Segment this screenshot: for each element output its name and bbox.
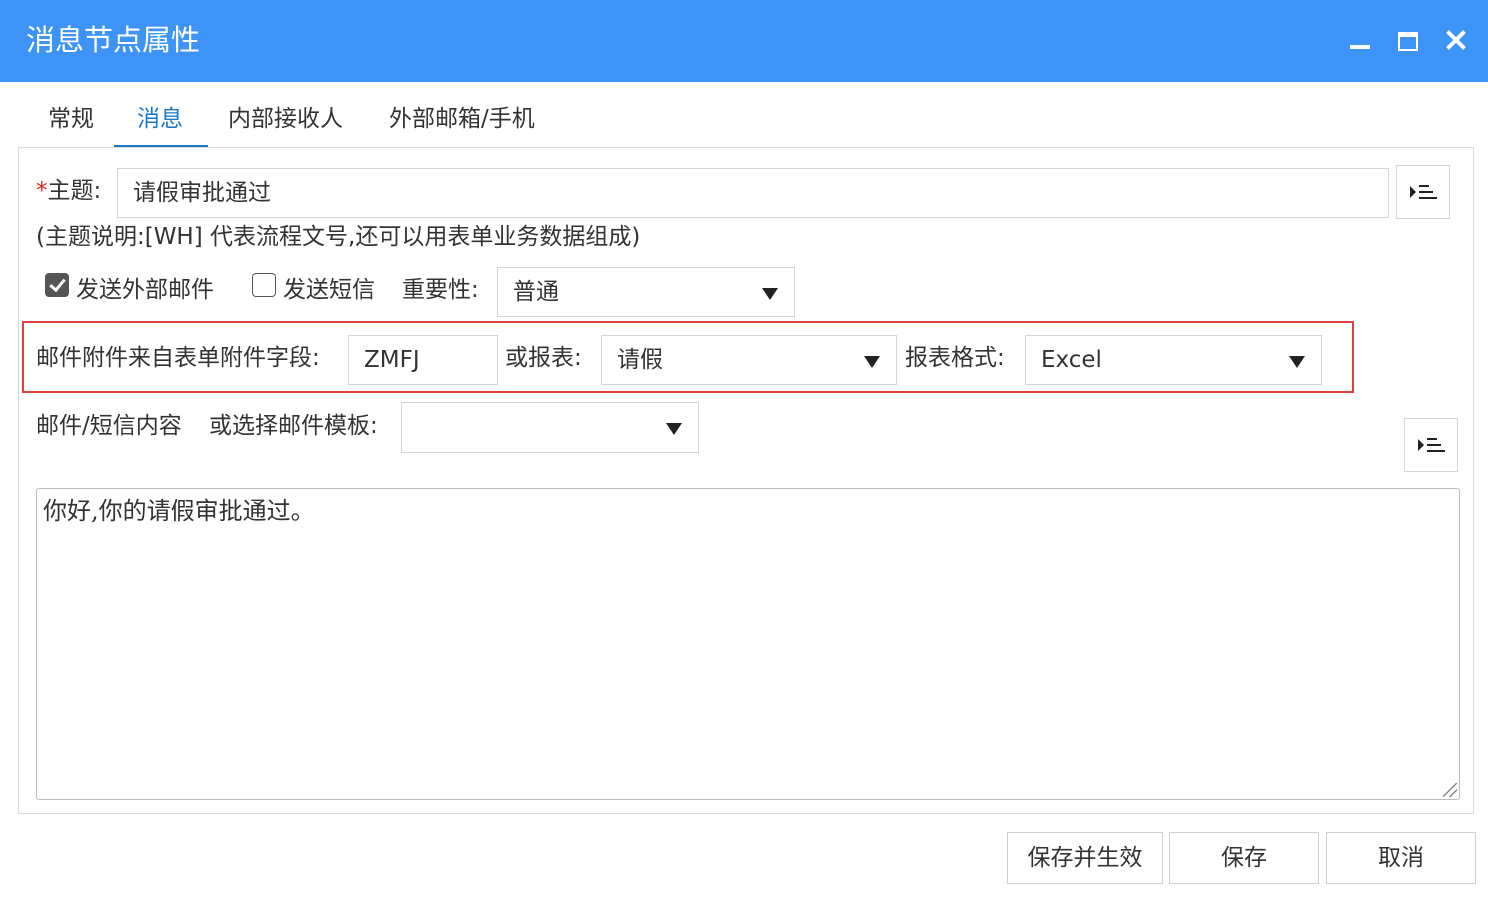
window-title: 消息节点属性 [26,23,201,57]
subject-hint: (主题说明:[WH] 代表流程文号,还可以用表单业务数据组成) [36,224,641,250]
minimize-icon[interactable] [1342,22,1378,58]
tab-general[interactable]: 常规 [48,102,94,136]
subject-insert-field-button[interactable] [1396,165,1450,219]
tab-internal-recipients[interactable]: 内部接收人 [228,102,343,136]
subject-input[interactable]: 请假审批通过 [117,168,1389,218]
report-label: 或报表: [505,345,582,371]
title-bar: 消息节点属性 [0,0,1488,82]
subject-label: *主题: [36,178,102,204]
report-select[interactable]: 请假 [601,335,897,385]
send-email-label[interactable]: 发送外部邮件 [76,273,214,307]
send-sms-label[interactable]: 发送短信 [283,273,375,307]
tab-bar: 常规 消息 内部接收人 外部邮箱/手机 [0,82,1488,150]
chevron-down-icon [864,356,880,368]
send-email-checkbox[interactable] [45,273,69,297]
content-insert-field-button[interactable] [1404,418,1458,472]
tab-external-mail-phone[interactable]: 外部邮箱/手机 [389,102,535,136]
save-and-apply-button[interactable]: 保存并生效 [1007,832,1163,884]
send-sms-checkbox[interactable] [252,273,276,297]
content-textarea[interactable]: 你好,你的请假审批通过。 [36,488,1460,800]
tab-message[interactable]: 消息 [137,102,183,136]
resize-handle-icon[interactable] [1443,783,1457,797]
save-button[interactable]: 保存 [1169,832,1319,884]
close-icon[interactable] [1438,22,1474,58]
attachment-field-input[interactable]: ZMFJ [348,335,498,385]
chevron-down-icon [666,423,682,435]
chevron-down-icon [1289,356,1305,368]
maximize-icon[interactable] [1390,22,1426,58]
cancel-button[interactable]: 取消 [1326,832,1476,884]
importance-label: 重要性: [402,277,479,303]
chevron-down-icon [762,288,778,300]
report-format-label: 报表格式: [905,345,1005,371]
attachment-field-label: 邮件附件来自表单附件字段: [36,345,320,371]
importance-select[interactable]: 普通 [497,267,795,317]
report-format-select[interactable]: Excel [1025,335,1322,385]
template-label: 或选择邮件模板: [209,413,378,439]
template-select[interactable] [401,402,699,453]
content-label: 邮件/短信内容 [36,413,182,439]
required-mark: * [36,178,48,204]
